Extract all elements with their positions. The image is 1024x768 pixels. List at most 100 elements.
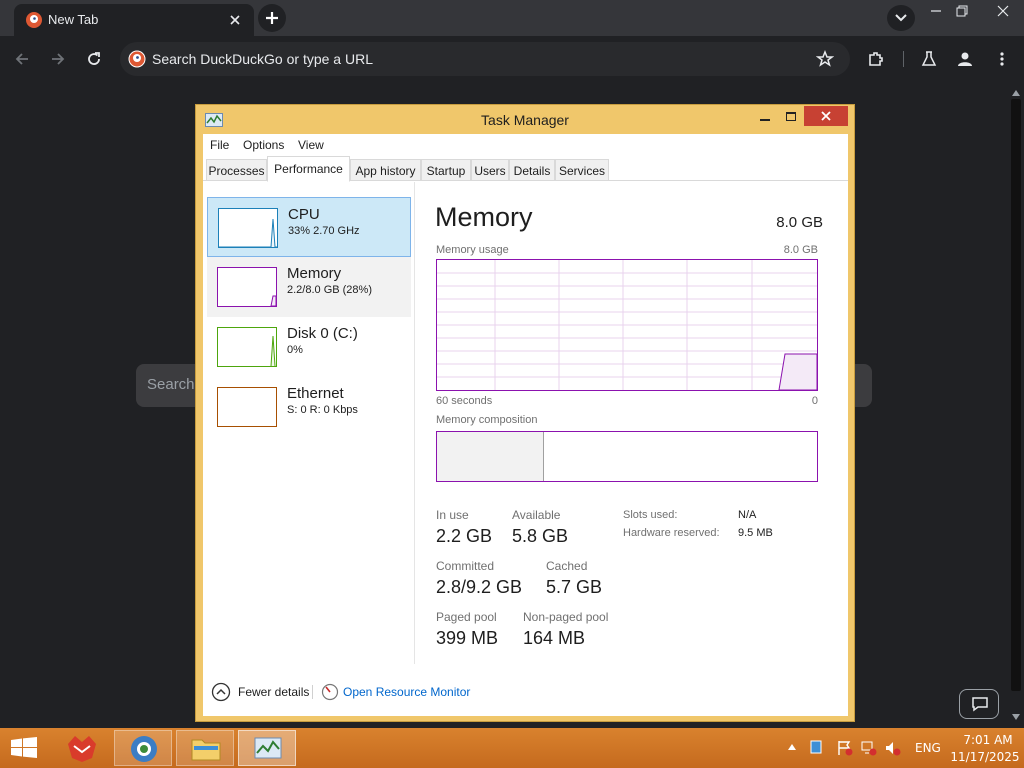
- duckduckgo-icon: [128, 50, 146, 68]
- stat-available-label: Available: [512, 508, 561, 522]
- resource-detail: 2.2/8.0 GB (28%): [287, 284, 372, 296]
- chevron-down-icon: [895, 14, 907, 22]
- taskbar-app-task-manager[interactable]: [238, 730, 296, 766]
- back-button[interactable]: [8, 45, 36, 73]
- browser-tab[interactable]: New Tab: [14, 4, 254, 36]
- maximize-icon: [786, 112, 796, 121]
- resource-disk[interactable]: Disk 0 (C:) 0%: [207, 317, 411, 377]
- task-manager-taskbar-icon: [254, 737, 282, 759]
- language-indicator[interactable]: ENG: [915, 741, 941, 755]
- usage-graph-label: Memory usage: [436, 244, 509, 256]
- globe-browser-icon: [131, 736, 157, 762]
- clock-date[interactable]: 11/17/2025: [950, 750, 1020, 764]
- plus-icon: [266, 12, 278, 24]
- taskbar-app-file-explorer[interactable]: [176, 730, 234, 766]
- page-search-placeholder: Search: [147, 376, 195, 393]
- stat-non-paged-pool-value: 164 MB: [523, 628, 586, 648]
- system-tray: ENG 7:01 AM 11/17/2025: [780, 728, 1024, 768]
- fewer-details-label: Fewer details: [238, 685, 310, 699]
- tab-close-icon[interactable]: [226, 11, 244, 29]
- taskbar-app-red-fox[interactable]: [52, 730, 110, 766]
- browser-toolbar: Search DuckDuckGo or type a URL: [0, 36, 1024, 82]
- reload-button[interactable]: [80, 45, 108, 73]
- footer-divider: [312, 685, 313, 699]
- tab-startup[interactable]: Startup: [421, 159, 471, 181]
- stat-paged-pool-label: Paged pool: [436, 610, 497, 624]
- slots-used-value: N/A: [738, 509, 757, 521]
- tab-processes[interactable]: Processes: [206, 159, 267, 181]
- flag-warning-icon: [838, 741, 853, 756]
- graph-axis-left: 60 seconds: [436, 395, 493, 407]
- stat-committed-value: 2.8/9.2 GB: [436, 577, 523, 597]
- arrow-left-icon: [15, 53, 28, 65]
- page-scrollbar[interactable]: [1008, 82, 1024, 728]
- task-manager-titlebar[interactable]: Task Manager: [196, 105, 854, 134]
- tm-minimize-button[interactable]: [752, 106, 778, 126]
- stat-available-value: 5.8 GB: [512, 526, 569, 546]
- resource-name: Disk 0 (C:): [287, 325, 358, 342]
- menu-view[interactable]: View: [298, 138, 324, 152]
- show-hidden-icons-icon: [788, 744, 796, 750]
- tab-row: Processes Performance App history Startu…: [203, 156, 848, 182]
- tab-users[interactable]: Users: [471, 159, 509, 181]
- resource-list: CPU 33% 2.70 GHz Memory 2.2/8.0 GB (28%)…: [203, 182, 415, 664]
- tab-details[interactable]: Details: [509, 159, 555, 181]
- address-bar-placeholder: Search DuckDuckGo or type a URL: [152, 51, 373, 67]
- arrow-right-icon: [52, 53, 65, 65]
- feedback-button[interactable]: [959, 689, 999, 719]
- chevron-up-circle-icon: [211, 682, 231, 702]
- task-manager-window: Task Manager File Options View Processes…: [195, 104, 855, 722]
- resource-name: CPU: [288, 206, 320, 223]
- slots-used-label: Slots used:: [623, 509, 678, 521]
- profile-button[interactable]: [951, 45, 979, 73]
- minimize-icon: [931, 10, 941, 12]
- tab-search-button[interactable]: [887, 5, 915, 31]
- menu-bar: File Options View: [203, 134, 848, 156]
- taskbar-app-browser[interactable]: [114, 730, 172, 766]
- bookmark-star-icon[interactable]: [816, 50, 834, 68]
- reload-icon: [88, 52, 100, 65]
- menu-file[interactable]: File: [210, 138, 229, 152]
- browser-menu-button[interactable]: [988, 45, 1016, 73]
- menu-options[interactable]: Options: [243, 138, 284, 152]
- graph-axis-right: 0: [811, 395, 818, 407]
- stat-in-use-label: In use: [436, 508, 469, 522]
- address-bar[interactable]: Search DuckDuckGo or type a URL: [120, 42, 850, 76]
- tab-app-history[interactable]: App history: [350, 159, 421, 181]
- resource-detail: 0%: [287, 344, 303, 356]
- restore-icon: [956, 5, 968, 17]
- windows-logo-icon: [11, 737, 37, 758]
- minimize-icon: [760, 119, 770, 121]
- usage-graph-max: 8.0 GB: [783, 244, 818, 256]
- tm-close-button[interactable]: [804, 106, 848, 126]
- window-close-button[interactable]: [982, 0, 1024, 22]
- close-icon: [821, 111, 831, 121]
- resource-monitor-icon: [321, 683, 339, 701]
- tm-maximize-button[interactable]: [778, 106, 804, 126]
- resource-memory[interactable]: Memory 2.2/8.0 GB (28%): [207, 257, 411, 317]
- clock-time[interactable]: 7:01 AM: [958, 733, 1018, 747]
- labs-button[interactable]: [915, 45, 943, 73]
- composition-label: Memory composition: [436, 414, 538, 426]
- chat-bubble-icon: [972, 697, 988, 712]
- resource-cpu[interactable]: CPU 33% 2.70 GHz: [207, 197, 411, 257]
- browser-tab-strip: New Tab: [0, 0, 1024, 36]
- person-icon: [958, 52, 972, 66]
- resource-ethernet[interactable]: Ethernet S: 0 R: 0 Kbps: [207, 377, 411, 437]
- tab-services[interactable]: Services: [555, 159, 609, 181]
- stat-paged-pool-value: 399 MB: [436, 628, 499, 648]
- stat-cached-value: 5.7 GB: [546, 577, 603, 597]
- extensions-button[interactable]: [862, 45, 890, 73]
- hardware-reserved-label: Hardware reserved:: [623, 527, 720, 539]
- tab-performance[interactable]: Performance: [267, 156, 350, 182]
- window-restore-button[interactable]: [946, 0, 978, 22]
- start-button[interactable]: [0, 728, 48, 768]
- resource-name: Ethernet: [287, 385, 344, 402]
- memory-usage-graph: [436, 259, 818, 391]
- scrollbar-thumb[interactable]: [1011, 99, 1021, 691]
- stat-committed-label: Committed: [436, 559, 495, 573]
- scroll-up-icon: [1012, 90, 1020, 96]
- forward-button[interactable]: [44, 45, 72, 73]
- puzzle-icon: [869, 52, 883, 66]
- new-tab-button[interactable]: [258, 4, 286, 32]
